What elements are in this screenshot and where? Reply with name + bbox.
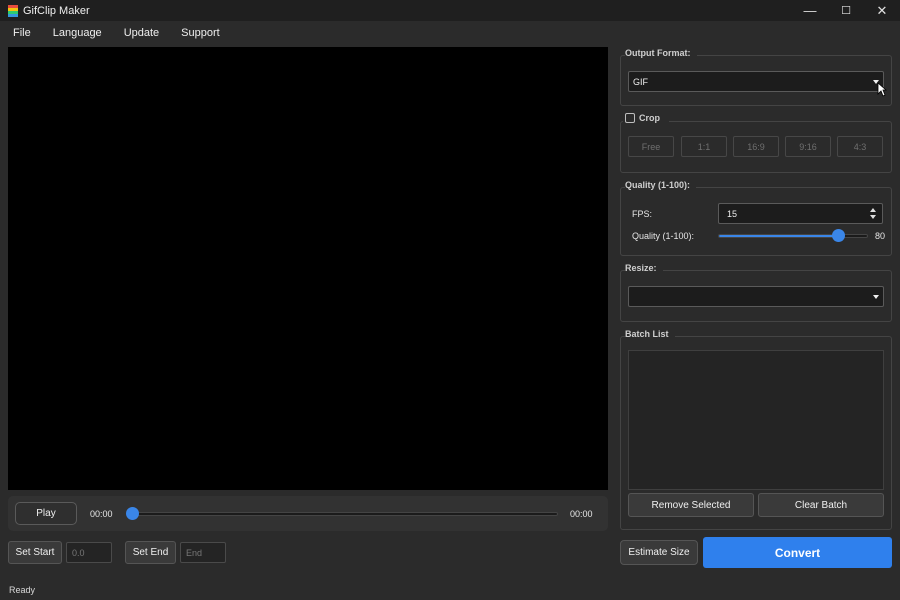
estimate-size-button[interactable]: Estimate Size [620, 540, 698, 565]
set-start-button[interactable]: Set Start [8, 541, 62, 564]
menu-support[interactable]: Support [174, 21, 227, 45]
clear-batch-button[interactable]: Clear Batch [758, 493, 884, 517]
seek-handle[interactable] [126, 507, 139, 520]
menu-update[interactable]: Update [117, 21, 166, 45]
set-end-button[interactable]: Set End [125, 541, 176, 564]
quality-label: Quality (1-100): [632, 231, 695, 241]
batch-list[interactable] [628, 350, 884, 490]
crop-ratio-1-1-button[interactable]: 1:1 [681, 136, 727, 157]
video-preview[interactable] [8, 47, 608, 490]
end-time-input[interactable]: End [180, 542, 226, 563]
title-bar: GifClip Maker — ☐ ✕ [0, 0, 900, 21]
quality-slider-handle[interactable] [832, 229, 845, 242]
spin-down-icon[interactable] [870, 215, 876, 219]
crop-ratio-16-9-button[interactable]: 16:9 [733, 136, 779, 157]
menu-language[interactable]: Language [46, 21, 109, 45]
menu-bar: File Language Update Support [0, 21, 900, 45]
fps-spinbox[interactable]: 15 [718, 203, 883, 224]
total-time: 00:00 [570, 509, 593, 519]
quality-group-label: Quality (1-100): [625, 180, 697, 190]
crop-checkbox[interactable] [625, 113, 635, 123]
output-format-select[interactable]: GIF [628, 71, 884, 92]
mouse-cursor-icon [877, 82, 887, 97]
quality-slider[interactable] [718, 234, 868, 238]
resize-label: Resize: [625, 263, 663, 273]
crop-ratio-free-button[interactable]: Free [628, 136, 674, 157]
output-format-label: Output Format: [625, 48, 697, 58]
fps-label: FPS: [632, 209, 653, 219]
quality-value: 80 [875, 231, 886, 241]
convert-button[interactable]: Convert [703, 537, 892, 568]
status-text: Ready [9, 585, 36, 595]
maximize-icon[interactable]: ☐ [828, 0, 864, 21]
fps-value: 15 [727, 208, 738, 219]
minimize-icon[interactable]: — [792, 0, 828, 21]
spin-up-icon[interactable] [870, 208, 876, 212]
play-button[interactable]: Play [15, 502, 77, 525]
chevron-down-icon [873, 294, 879, 299]
crop-ratio-4-3-button[interactable]: 4:3 [837, 136, 883, 157]
menu-file[interactable]: File [6, 21, 38, 45]
app-logo-icon [8, 4, 18, 17]
resize-select[interactable] [628, 286, 884, 307]
window-title: GifClip Maker [23, 4, 90, 17]
player-controls: Play 00:00 00:00 [8, 496, 608, 531]
remove-selected-button[interactable]: Remove Selected [628, 493, 754, 517]
output-format-value: GIF [633, 76, 648, 87]
crop-ratio-9-16-button[interactable]: 9:16 [785, 136, 831, 157]
current-time: 00:00 [90, 509, 113, 519]
quality-slider-fill [719, 235, 838, 237]
batch-list-label: Batch List [625, 329, 675, 339]
close-icon[interactable]: ✕ [864, 0, 900, 21]
seek-slider[interactable] [131, 512, 558, 516]
start-time-input[interactable]: 0.0 [66, 542, 112, 563]
